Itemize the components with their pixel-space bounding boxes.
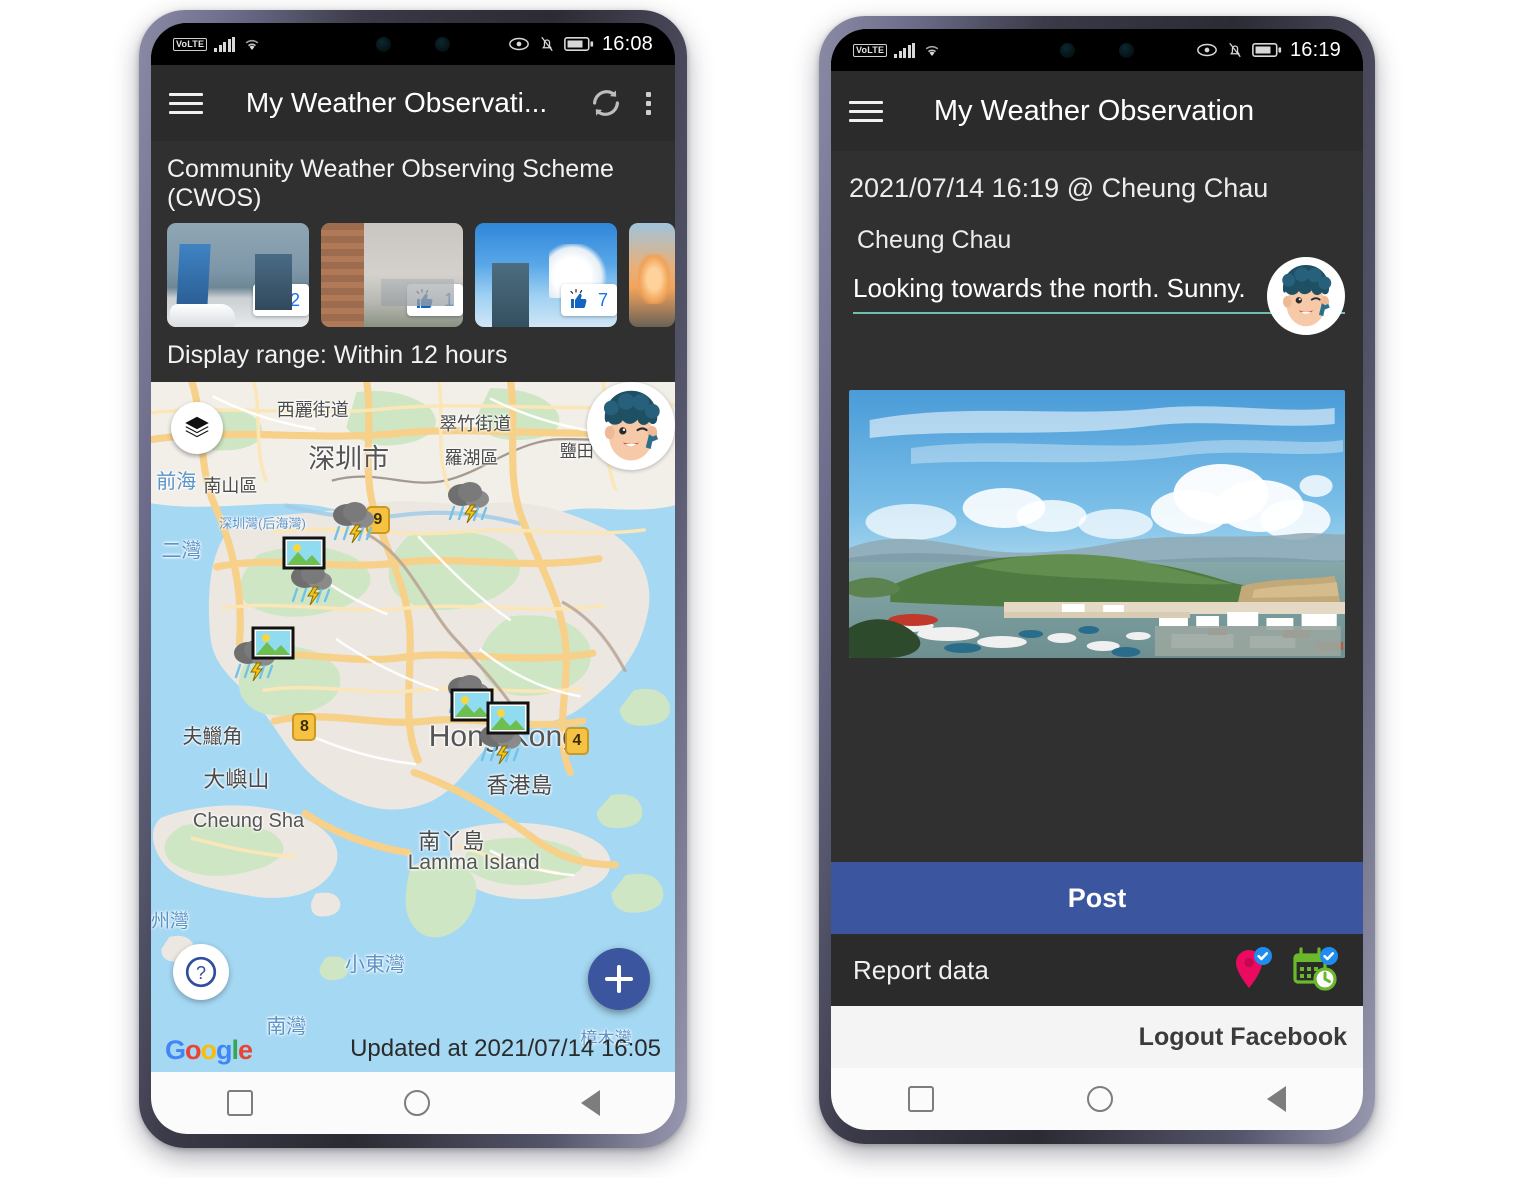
report-data-icons (1231, 946, 1341, 994)
thumbnail-item[interactable]: 1 (321, 223, 463, 327)
battery-charging-icon (564, 37, 594, 51)
layers-glyph (185, 416, 209, 438)
user-avatar-icon[interactable] (587, 382, 675, 470)
square-recents-icon[interactable] (226, 1090, 253, 1116)
status-bar: VoLTE (151, 23, 675, 65)
phone-screen-right: VoLTE 16:19 My Weather Observation 2021/… (831, 29, 1363, 1130)
help-question-icon[interactable]: ? (173, 944, 229, 1000)
route-shield: 8 (292, 713, 317, 742)
phone-screen-left: VoLTE 16:08 My Weather Observati... Comm… (151, 23, 675, 1134)
help-glyph: ? (185, 956, 217, 988)
like-count: 7 (597, 289, 608, 310)
like-count: 2 (289, 289, 300, 310)
right-content: 2021/07/14 16:19 @ Cheung Chau Cheung Ch… (831, 151, 1363, 1068)
cwos-heading: Community Weather Observing Scheme (CWOS… (167, 155, 614, 212)
map-layers-icon[interactable] (171, 402, 223, 454)
post-button[interactable]: Post (831, 862, 1363, 934)
screenshot-stage: VoLTE 16:08 My Weather Observati... Comm… (0, 0, 1536, 1178)
observation-timestamp: 2021/07/14 16:19 @ Cheung Chau (849, 173, 1269, 203)
observation-photo[interactable] (849, 390, 1345, 658)
status-bar-left: VoLTE (173, 36, 262, 52)
map-view[interactable]: 新界西麗街道翠竹街道羅湖區鹽田深圳市前海南山區二灣深圳灣(后海灣)夫鱲角大嶼山C… (151, 382, 675, 1072)
add-plus-icon[interactable] (588, 948, 650, 1010)
eye-icon (509, 37, 529, 51)
thumbnail-item[interactable] (629, 223, 675, 327)
thumbs-up-icon (416, 288, 433, 308)
thumbnail-item[interactable]: 2 (167, 223, 309, 327)
page-title: My Weather Observation (933, 94, 1255, 127)
status-bar: VoLTE (831, 29, 1363, 71)
overflow-menu-icon[interactable] (640, 88, 657, 119)
square-recents-icon[interactable] (907, 1086, 934, 1112)
volte-icon: VoLTE (173, 37, 208, 51)
calendar-clock-icon[interactable] (1291, 946, 1341, 994)
thumbs-up-icon (570, 288, 587, 308)
triangle-back-icon[interactable] (1267, 1086, 1287, 1112)
status-bar-left: VoLTE (853, 42, 942, 58)
circle-home-icon[interactable] (1087, 1086, 1114, 1112)
map-updated-label: Updated at 2021/07/14 16:05 (151, 1026, 675, 1072)
svg-text:?: ? (196, 963, 206, 983)
android-nav-bar (151, 1072, 675, 1134)
like-badge[interactable]: 1 (406, 284, 463, 316)
thumbs-up-icon (262, 288, 279, 308)
thumbnail-art (169, 304, 236, 327)
observation-photo-wrapper (831, 390, 1363, 658)
hamburger-menu-icon[interactable] (169, 92, 203, 114)
app-bar: My Weather Observation (831, 71, 1363, 151)
thumbnail-item[interactable]: 7 (475, 223, 617, 327)
note-field-wrapper: Looking towards the north. Sunny. (831, 255, 1363, 335)
status-bar-right: 16:19 (1196, 39, 1341, 62)
phone-device-right: VoLTE 16:19 My Weather Observation 2021/… (819, 16, 1375, 1144)
avatar-art (590, 385, 672, 467)
battery-charging-icon (1252, 43, 1282, 57)
status-bar-clock: 16:08 (601, 32, 653, 55)
circle-home-icon[interactable] (403, 1090, 430, 1116)
signal-bars-icon (214, 36, 236, 52)
triangle-back-icon[interactable] (580, 1090, 600, 1116)
status-bar-right: 16:08 (508, 33, 653, 56)
status-bar-clock: 16:19 (1289, 38, 1341, 61)
report-data-label: Report data (853, 954, 989, 985)
storm-cloud-marker-icon[interactable] (444, 479, 494, 523)
user-avatar-icon[interactable] (1267, 257, 1345, 335)
hamburger-menu-icon[interactable] (849, 100, 883, 122)
like-badge[interactable]: 2 (252, 284, 309, 316)
storm-cloud-marker-icon[interactable] (329, 499, 379, 544)
signal-bars-icon (894, 42, 916, 58)
refresh-icon[interactable] (588, 85, 624, 121)
location-pin-icon[interactable] (1231, 946, 1275, 994)
left-content: Community Weather Observing Scheme (CWOS… (151, 141, 675, 1072)
photo-observation-marker-icon[interactable] (486, 699, 530, 735)
like-count: 1 (443, 289, 454, 310)
wifi-icon (245, 39, 259, 50)
eye-icon (1197, 43, 1217, 57)
logout-row: Logout Facebook (831, 1006, 1363, 1068)
bell-muted-icon (541, 36, 553, 52)
photo-art (849, 390, 1345, 658)
photo-observation-marker-icon[interactable] (282, 534, 326, 570)
page-title: My Weather Observati... (245, 87, 548, 118)
display-range-label: Display range: Within 12 hours (167, 341, 508, 369)
android-nav-bar (831, 1068, 1363, 1130)
like-badge[interactable]: 7 (560, 284, 617, 316)
app-bar-actions (588, 85, 657, 121)
report-data-row: Report data (831, 934, 1363, 1006)
bell-muted-icon (1229, 42, 1241, 58)
phone-device-left: VoLTE 16:08 My Weather Observati... Comm… (139, 10, 687, 1148)
volte-icon: VoLTE (853, 43, 888, 57)
route-shield: 4 (564, 727, 589, 755)
app-bar: My Weather Observati... (151, 65, 675, 141)
avatar-art (1270, 260, 1342, 332)
thumbnail-carousel[interactable]: 2 1 7 (151, 223, 675, 327)
location-field[interactable]: Cheung Chau (831, 204, 1363, 255)
logout-facebook-button[interactable]: Logout Facebook (1139, 1023, 1347, 1052)
photo-observation-marker-icon[interactable] (251, 624, 295, 659)
wifi-icon (925, 45, 939, 56)
